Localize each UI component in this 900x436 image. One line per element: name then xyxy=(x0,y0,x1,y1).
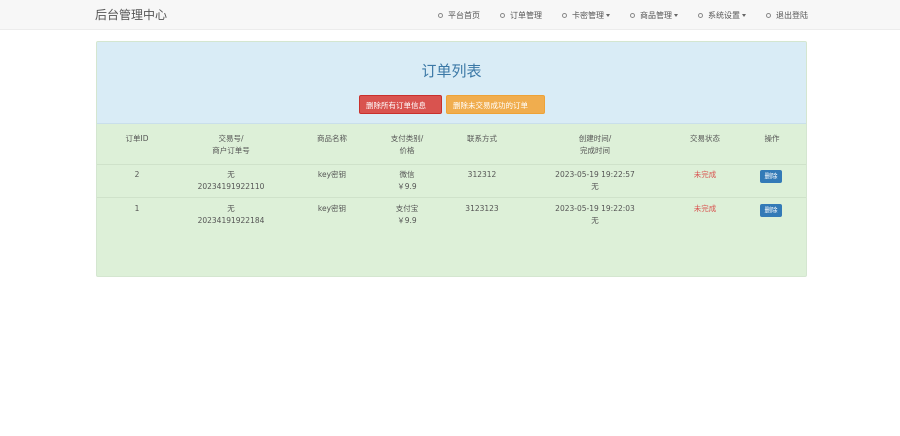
nav-item-products[interactable]: 商品管理 xyxy=(630,10,678,21)
panel-header: 订单列表 删除所有订单信息 删除未交易成功的订单 xyxy=(97,42,806,124)
circle-icon xyxy=(500,12,505,18)
nav-item-home[interactable]: 平台首页 xyxy=(438,10,480,21)
page-title: 订单列表 xyxy=(421,62,482,80)
cell-product: key密钥 xyxy=(317,170,347,179)
header-merchant-no: 商户订单号 xyxy=(212,146,250,155)
header-pay-type: 支付类别/ xyxy=(390,134,424,143)
cell-contact: 312312 xyxy=(467,170,497,179)
cell-merchant-no: 20234191922184 xyxy=(197,216,265,225)
nav-item-logout[interactable]: 退出登陆 xyxy=(766,10,808,21)
nav-item-label: 订单管理 xyxy=(510,10,542,20)
nav-item-label: 商品管理 xyxy=(640,10,672,20)
header-trade-no: 交易号/ xyxy=(218,134,244,143)
cell-create-time: 2023-05-19 19:22:03 xyxy=(555,204,635,213)
header-finish-time: 完成时间 xyxy=(580,146,610,155)
circle-icon xyxy=(766,12,771,18)
nav-item-label: 系统设置 xyxy=(708,10,740,20)
nav-item-label: 平台首页 xyxy=(448,10,480,20)
caret-down-icon xyxy=(606,14,610,17)
delete-unfinished-orders-button[interactable]: 删除未交易成功的订单 xyxy=(446,95,545,114)
status-badge: 未完成 xyxy=(693,170,717,179)
divider xyxy=(97,197,806,198)
nav-menu: 平台首页 订单管理 卡密管理 商品管理 系统设置 退出登陆 xyxy=(438,0,808,30)
order-list-panel: 订单列表 删除所有订单信息 删除未交易成功的订单 订单ID 交易号/ 商户订单号… xyxy=(96,41,807,277)
nav-item-settings[interactable]: 系统设置 xyxy=(698,10,746,21)
nav-item-label: 退出登陆 xyxy=(776,10,808,20)
cell-trade-no: 无 xyxy=(227,204,235,213)
cell-order-id: 1 xyxy=(134,204,140,213)
cell-price: ￥9.9 xyxy=(397,182,417,191)
circle-icon xyxy=(438,12,443,18)
header-status: 交易状态 xyxy=(690,134,720,143)
cell-price: ￥9.9 xyxy=(397,216,417,225)
circle-icon xyxy=(698,12,703,18)
caret-down-icon xyxy=(674,14,678,17)
delete-all-orders-button[interactable]: 删除所有订单信息 xyxy=(359,95,442,114)
cell-create-time: 2023-05-19 19:22:57 xyxy=(555,170,635,179)
cell-trade-no: 无 xyxy=(227,170,235,179)
cell-pay-type: 微信 xyxy=(399,170,415,179)
header-create-time: 创建时间/ xyxy=(578,134,612,143)
nav-item-orders[interactable]: 订单管理 xyxy=(500,10,542,21)
cell-finish-time: 无 xyxy=(591,216,599,225)
nav-item-cards[interactable]: 卡密管理 xyxy=(562,10,610,21)
nav-item-label: 卡密管理 xyxy=(572,10,604,20)
status-badge: 未完成 xyxy=(693,204,717,213)
header-product: 商品名称 xyxy=(317,134,347,143)
header-action: 操作 xyxy=(764,134,780,143)
circle-icon xyxy=(562,12,567,18)
brand-title[interactable]: 后台管理中心 xyxy=(95,6,167,23)
cell-order-id: 2 xyxy=(134,170,140,179)
cell-merchant-no: 20234191922110 xyxy=(197,182,265,191)
header-price: 价格 xyxy=(399,146,415,155)
header-contact: 联系方式 xyxy=(467,134,497,143)
header-order-id: 订单ID xyxy=(125,134,149,143)
circle-icon xyxy=(630,12,635,18)
caret-down-icon xyxy=(742,14,746,17)
cell-finish-time: 无 xyxy=(591,182,599,191)
delete-order-button[interactable]: 删除 xyxy=(760,204,782,217)
cell-contact: 3123123 xyxy=(465,204,499,213)
divider xyxy=(97,164,806,165)
cell-product: key密钥 xyxy=(317,204,347,213)
delete-order-button[interactable]: 删除 xyxy=(760,170,782,183)
cell-pay-type: 支付宝 xyxy=(395,204,419,213)
top-navbar: 后台管理中心 平台首页 订单管理 卡密管理 商品管理 系统设置 退出登陆 xyxy=(0,0,900,30)
